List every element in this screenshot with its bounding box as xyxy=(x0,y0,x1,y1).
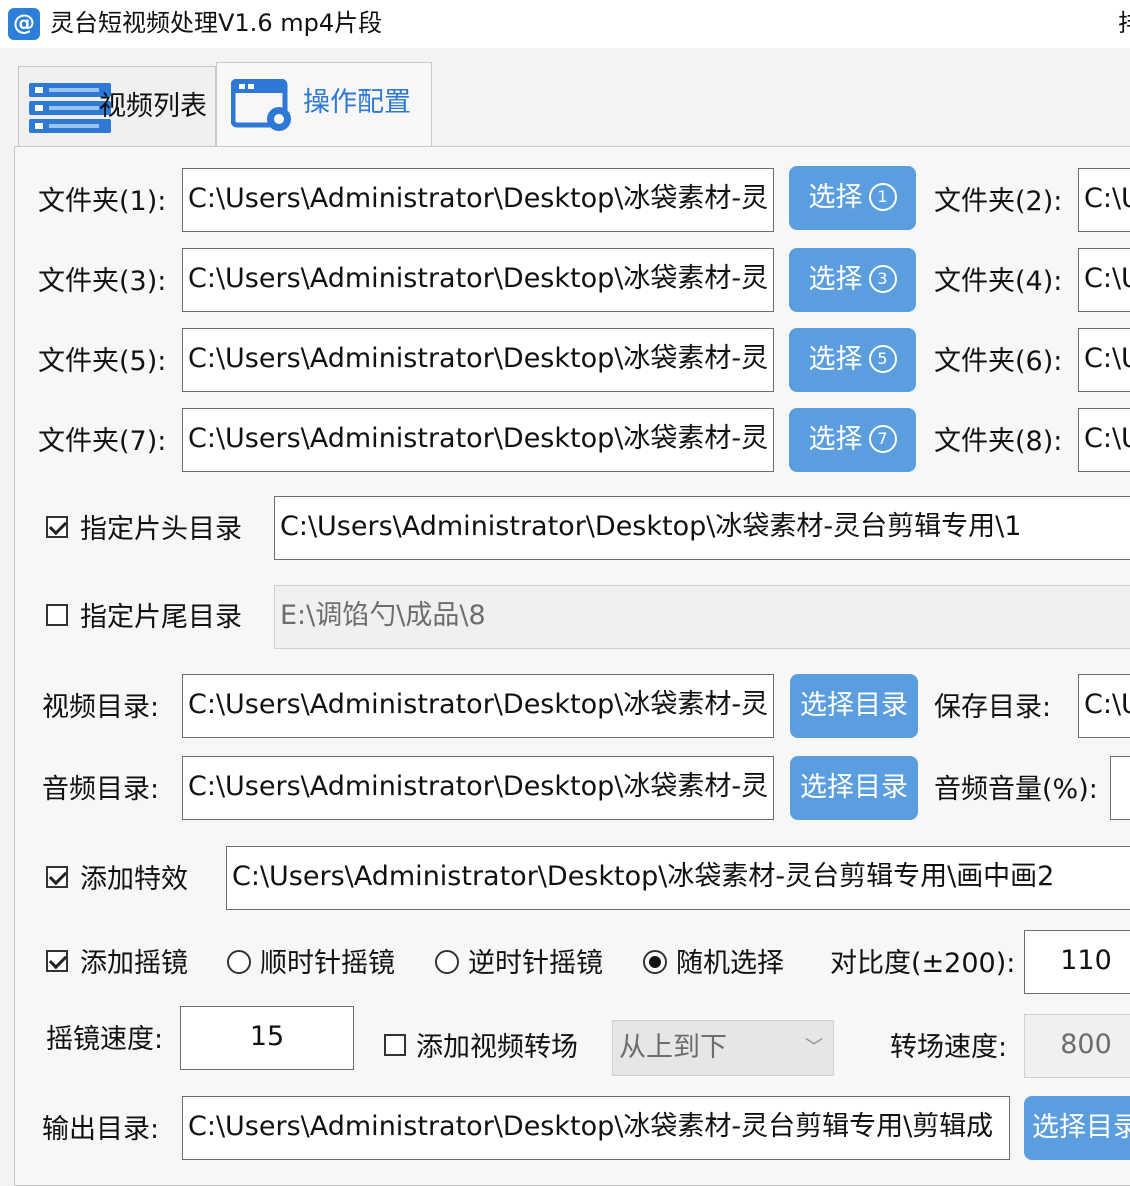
video-dir-select-button[interactable]: 选择目录 xyxy=(790,674,918,738)
title-bar: @ 灵台短视频处理V1.6 mp4片段 排 xyxy=(0,0,1130,48)
shake-counterclockwise-label: 逆时针摇镜 xyxy=(468,944,603,984)
title-right-glyph: 排 xyxy=(1118,6,1130,40)
transition-checkbox[interactable] xyxy=(384,1034,406,1056)
shake-clockwise-label: 顺时针摇镜 xyxy=(260,944,395,984)
output-dir-label: 输出目录: xyxy=(42,1110,159,1150)
folder-2-input[interactable]: C:\U xyxy=(1078,168,1130,232)
folder-1-input[interactable]: C:\Users\Administrator\Desktop\冰袋素材-灵 xyxy=(182,168,774,232)
shake-speed-label: 摇镜速度: xyxy=(46,1020,163,1060)
audio-volume-input[interactable] xyxy=(1110,756,1130,820)
shake-clockwise-radio[interactable] xyxy=(227,950,251,974)
shake-random-radio[interactable] xyxy=(643,950,667,974)
folder-1-select-button[interactable]: 选择1 xyxy=(789,166,916,230)
folder-7-label: 文件夹(7): xyxy=(38,422,166,462)
folder-1-label: 文件夹(1): xyxy=(38,182,166,222)
outro-dir-input[interactable]: E:\调馅勺\成品\8 xyxy=(274,585,1130,649)
transition-label: 添加视频转场 xyxy=(416,1028,578,1068)
save-dir-input[interactable]: C:\U xyxy=(1078,674,1130,738)
folder-2-label: 文件夹(2): xyxy=(934,182,1062,222)
app-logo-icon: @ xyxy=(8,8,40,40)
folder-6-label: 文件夹(6): xyxy=(934,342,1062,382)
folder-8-input[interactable]: C:\U xyxy=(1078,408,1130,472)
tab-label: 操作配置 xyxy=(303,63,411,143)
transition-speed-input[interactable]: 800 xyxy=(1024,1014,1130,1078)
video-dir-label: 视频目录: xyxy=(42,688,159,728)
folder-4-input[interactable]: C:\U xyxy=(1078,248,1130,312)
shake-random-label: 随机选择 xyxy=(676,944,784,984)
folder-3-input[interactable]: C:\Users\Administrator\Desktop\冰袋素材-灵 xyxy=(182,248,774,312)
folder-5-input[interactable]: C:\Users\Administrator\Desktop\冰袋素材-灵 xyxy=(182,328,774,392)
folder-6-input[interactable]: C:\U xyxy=(1078,328,1130,392)
audio-dir-label: 音频目录: xyxy=(42,770,159,810)
outro-label: 指定片尾目录 xyxy=(80,598,242,638)
folder-4-label: 文件夹(4): xyxy=(934,262,1062,302)
tab-operation-config[interactable]: 操作配置 xyxy=(216,62,432,148)
window-gear-icon xyxy=(231,79,295,135)
folder-3-label: 文件夹(3): xyxy=(38,262,166,302)
shake-counterclockwise-radio[interactable] xyxy=(435,950,459,974)
folder-7-select-button[interactable]: 选择7 xyxy=(789,408,916,472)
folder-7-input[interactable]: C:\Users\Administrator\Desktop\冰袋素材-灵 xyxy=(182,408,774,472)
audio-dir-input[interactable]: C:\Users\Administrator\Desktop\冰袋素材-灵 xyxy=(182,756,774,820)
shake-checkbox[interactable] xyxy=(46,950,68,972)
save-dir-label: 保存目录: xyxy=(934,688,1051,728)
contrast-label: 对比度(±200): xyxy=(830,944,1015,984)
transition-direction-value: 从上到下 xyxy=(619,1032,727,1063)
intro-dir-input[interactable]: C:\Users\Administrator\Desktop\冰袋素材-灵台剪辑… xyxy=(274,496,1130,560)
effects-label: 添加特效 xyxy=(80,860,188,900)
output-dir-input[interactable]: C:\Users\Administrator\Desktop\冰袋素材-灵台剪辑… xyxy=(182,1096,1010,1160)
shake-speed-input[interactable]: 15 xyxy=(180,1006,354,1070)
audio-dir-select-button[interactable]: 选择目录 xyxy=(790,756,918,820)
transition-speed-label: 转场速度: xyxy=(890,1028,1007,1068)
intro-label: 指定片头目录 xyxy=(80,510,242,550)
chevron-down-icon: ﹀ xyxy=(805,1021,823,1075)
window-title: 灵台短视频处理V1.6 mp4片段 xyxy=(50,6,382,40)
outro-checkbox[interactable] xyxy=(46,604,68,626)
intro-checkbox[interactable] xyxy=(46,516,68,538)
tab-label: 视频列表 xyxy=(99,67,207,147)
folder-3-select-button[interactable]: 选择3 xyxy=(789,248,916,312)
transition-direction-select[interactable]: 从上到下 ﹀ xyxy=(612,1020,834,1076)
shake-label: 添加摇镜 xyxy=(80,944,188,984)
tab-video-list[interactable]: 视频列表 xyxy=(18,66,216,146)
output-dir-select-button[interactable]: 选择目录 xyxy=(1024,1096,1130,1160)
contrast-input[interactable]: 110 xyxy=(1024,930,1130,994)
audio-volume-label: 音频音量(%): xyxy=(934,770,1098,810)
effects-dir-input[interactable]: C:\Users\Administrator\Desktop\冰袋素材-灵台剪辑… xyxy=(226,846,1130,910)
effects-checkbox[interactable] xyxy=(46,866,68,888)
folder-5-select-button[interactable]: 选择5 xyxy=(789,328,916,392)
video-dir-input[interactable]: C:\Users\Administrator\Desktop\冰袋素材-灵 xyxy=(182,674,774,738)
folder-5-label: 文件夹(5): xyxy=(38,342,166,382)
folder-8-label: 文件夹(8): xyxy=(934,422,1062,462)
